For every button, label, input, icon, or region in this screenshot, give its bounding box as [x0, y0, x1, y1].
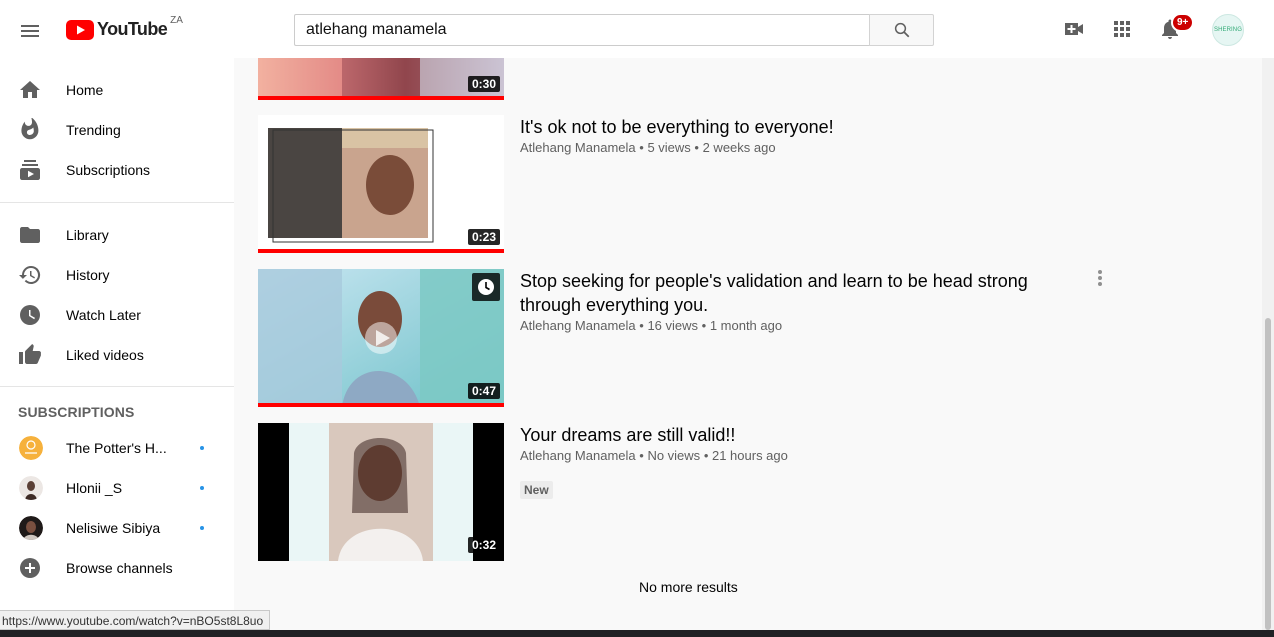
subscriptions-icon [20, 160, 40, 180]
sidebar-item-label: Subscriptions [66, 162, 151, 178]
create-video-icon[interactable] [1062, 17, 1086, 41]
video-title[interactable]: It's ok not to be everything to everyone… [520, 115, 834, 139]
sidebar-item-watch-later[interactable]: Watch Later [0, 295, 234, 335]
video-duration: 0:32 [467, 537, 500, 553]
video-result[interactable]: 0:47 Stop seeking for people's validatio… [258, 269, 1108, 407]
video-title[interactable]: Your dreams are still valid!! [520, 423, 735, 447]
clock-icon [20, 305, 40, 325]
page-scrollbar[interactable] [1262, 58, 1274, 630]
status-bar-url: https://www.youtube.com/watch?v=nBO5st8L… [0, 610, 271, 630]
no-more-results-text: No more results [639, 579, 738, 595]
sidebar-item-label: Trending [66, 122, 121, 138]
home-icon [20, 81, 40, 98]
sidebar-item-liked-videos[interactable]: Liked videos [0, 335, 234, 375]
video-metadata: Atlehang Manamela • 5 views • 2 weeks ag… [520, 140, 776, 155]
sidebar-item-subscriptions[interactable]: Subscriptions [0, 150, 234, 190]
channel-name[interactable]: Atlehang Manamela [520, 140, 636, 155]
sidebar-item-label: Watch Later [66, 307, 141, 323]
more-actions-icon[interactable] [1088, 269, 1112, 289]
sidebar-item-trending[interactable]: Trending [0, 110, 234, 150]
sidebar-item-label: Library [66, 227, 109, 243]
meta-separator: • [703, 448, 712, 463]
notification-count-badge: 9+ [1171, 13, 1195, 32]
upload-age: 1 month ago [709, 318, 783, 333]
sidebar-item-history[interactable]: History [0, 255, 234, 295]
subscription-label: Hlonii _S [66, 480, 123, 496]
sidebar-item-label: Liked videos [66, 347, 144, 363]
channel-name[interactable]: Atlehang Manamela [520, 318, 636, 333]
channel-avatar [19, 516, 43, 540]
browse-channels-label: Browse channels [66, 560, 173, 576]
subscription-label: The Potter's H... [66, 440, 167, 456]
menu-icon[interactable] [18, 19, 42, 43]
account-avatar[interactable]: SHERING [1212, 14, 1244, 46]
search-button[interactable] [869, 14, 934, 46]
sidebar-item-label: Home [66, 82, 104, 98]
video-result[interactable]: 0:32 Your dreams are still valid!! Atleh… [258, 423, 1108, 561]
sidebar-divider [0, 386, 234, 387]
window-bottom-edge [0, 630, 1274, 637]
youtube-logo[interactable]: YouTube ZA [66, 15, 183, 40]
youtube-play-logo-icon [66, 19, 94, 40]
video-thumbnail[interactable]: 0:32 [258, 423, 504, 561]
watch-progress-bar [258, 249, 504, 253]
subscription-item[interactable]: The Potter's H... [0, 428, 234, 468]
subscriptions-heading: SUBSCRIPTIONS [18, 404, 135, 420]
view-count: 16 views [647, 318, 699, 333]
meta-separator: • [701, 318, 710, 333]
video-metadata: Atlehang Manamela • No views • 21 hours … [520, 448, 788, 463]
sidebar: Home Trending Subscriptions Library Hist… [0, 58, 234, 637]
video-result[interactable]: 0:30 [258, 58, 1108, 100]
new-badge: New [520, 481, 553, 499]
watch-progress-bar [258, 403, 504, 407]
upload-age: 2 weeks ago [702, 140, 776, 155]
watch-later-icon[interactable] [472, 273, 500, 301]
watch-progress-bar [258, 96, 504, 100]
subscription-item[interactable]: Nelisiwe Sibiya [0, 508, 234, 548]
upload-age: 21 hours ago [711, 448, 788, 463]
video-title[interactable]: Stop seeking for people's validation and… [520, 269, 1040, 317]
subscription-label: Nelisiwe Sibiya [66, 520, 161, 536]
sidebar-divider [0, 202, 234, 203]
country-code: ZA [170, 15, 183, 26]
apps-grid-icon[interactable] [1110, 17, 1134, 41]
video-duration: 0:30 [467, 76, 500, 92]
new-content-dot [200, 526, 204, 530]
sidebar-item-label: History [66, 267, 110, 283]
sidebar-item-library[interactable]: Library [0, 215, 234, 255]
avatar-text: SHERING [1213, 27, 1243, 33]
folder-icon [20, 227, 40, 243]
fire-icon [21, 118, 39, 140]
video-metadata: Atlehang Manamela • 16 views • 1 month a… [520, 318, 782, 333]
history-icon [19, 265, 41, 284]
meta-separator: • [694, 140, 703, 155]
logo-wordmark: YouTube [97, 19, 168, 39]
video-thumbnail[interactable]: 0:30 [258, 58, 504, 100]
new-content-dot [200, 446, 204, 450]
new-content-dot [200, 486, 204, 490]
search-input[interactable]: atlehang manamela [294, 14, 870, 46]
channel-avatar [19, 476, 43, 500]
search-icon [894, 22, 909, 38]
video-thumbnail[interactable]: 0:47 [258, 269, 504, 407]
add-circle-icon [20, 558, 40, 578]
masthead: YouTube ZA atlehang manamela 9+ SHERING [0, 0, 1274, 58]
sidebar-item-home[interactable]: Home [0, 70, 234, 110]
thumbs-up-icon [19, 344, 41, 364]
channel-name[interactable]: Atlehang Manamela [520, 448, 636, 463]
scrollbar-thumb[interactable] [1265, 318, 1271, 630]
video-duration: 0:47 [467, 383, 500, 399]
video-duration: 0:23 [467, 229, 500, 245]
view-count: 5 views [647, 140, 691, 155]
video-result[interactable]: 0:23 It's ok not to be everything to eve… [258, 115, 1108, 253]
view-count: No views [647, 448, 701, 463]
video-thumbnail[interactable]: 0:23 [258, 115, 504, 253]
browse-channels-button[interactable]: Browse channels [0, 548, 234, 588]
subscription-item[interactable]: Hlonii _S [0, 468, 234, 508]
channel-avatar [19, 436, 43, 460]
